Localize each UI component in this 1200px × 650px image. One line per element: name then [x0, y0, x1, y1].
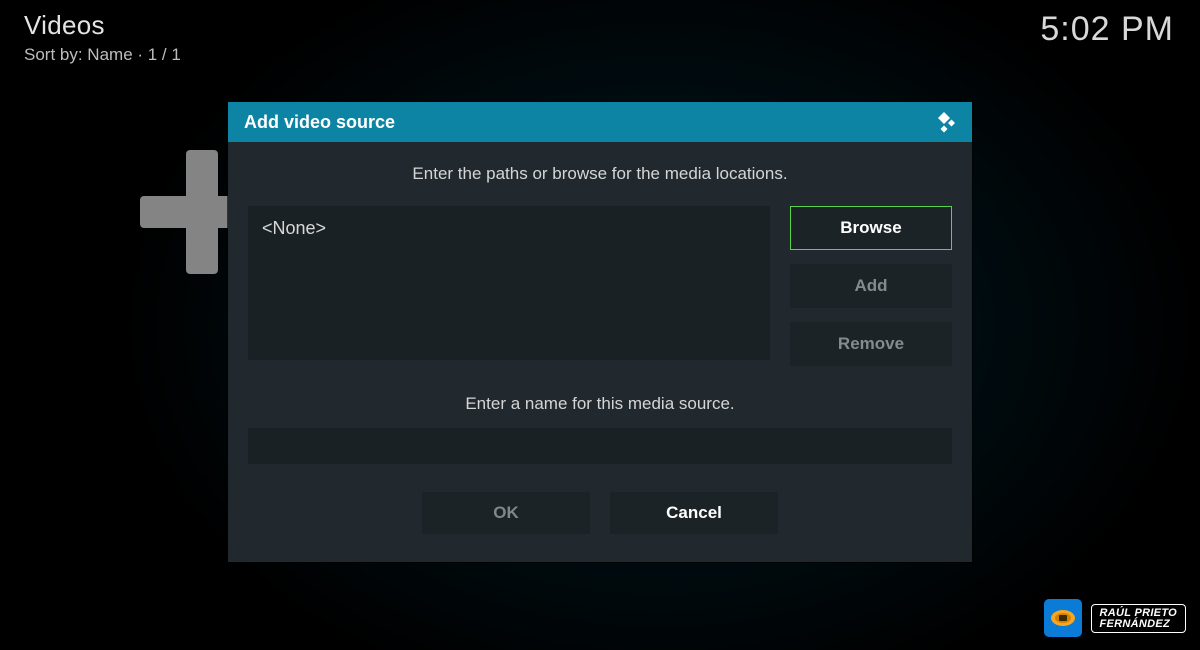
clock: 5:02 PM	[1040, 10, 1174, 49]
page-title: Videos	[24, 10, 181, 41]
watermark-badge: RAÚL PRIETO FERNÁNDEZ	[1043, 598, 1186, 638]
dialog-actions: OK Cancel	[248, 492, 952, 534]
paths-list[interactable]: <None>	[248, 206, 770, 360]
ok-button[interactable]: OK	[422, 492, 590, 534]
side-buttons: Browse Add Remove	[790, 206, 952, 366]
add-button[interactable]: Add	[790, 264, 952, 308]
watermark-text: RAÚL PRIETO FERNÁNDEZ	[1091, 604, 1186, 633]
header: Videos Sort by: Name · 1 / 1	[24, 10, 181, 65]
paths-row: <None> Browse Add Remove	[248, 206, 952, 366]
name-instruction: Enter a name for this media source.	[248, 394, 952, 414]
watermark-line2: FERNÁNDEZ	[1100, 619, 1177, 630]
path-item: <None>	[262, 218, 326, 238]
dialog-titlebar: Add video source	[228, 102, 972, 142]
watermark-icon	[1043, 598, 1083, 638]
watermark-line1: RAÚL PRIETO	[1100, 608, 1177, 619]
source-name-input[interactable]	[248, 428, 952, 464]
dialog-body: Enter the paths or browse for the media …	[228, 142, 972, 562]
sort-info: Sort by: Name · 1 / 1	[24, 45, 181, 65]
add-video-source-dialog: Add video source Enter the paths or brow…	[228, 102, 972, 562]
kodi-logo-icon	[932, 110, 956, 134]
browse-button[interactable]: Browse	[790, 206, 952, 250]
dialog-title: Add video source	[244, 112, 395, 133]
remove-button[interactable]: Remove	[790, 322, 952, 366]
cancel-button[interactable]: Cancel	[610, 492, 778, 534]
paths-instruction: Enter the paths or browse for the media …	[248, 164, 952, 184]
